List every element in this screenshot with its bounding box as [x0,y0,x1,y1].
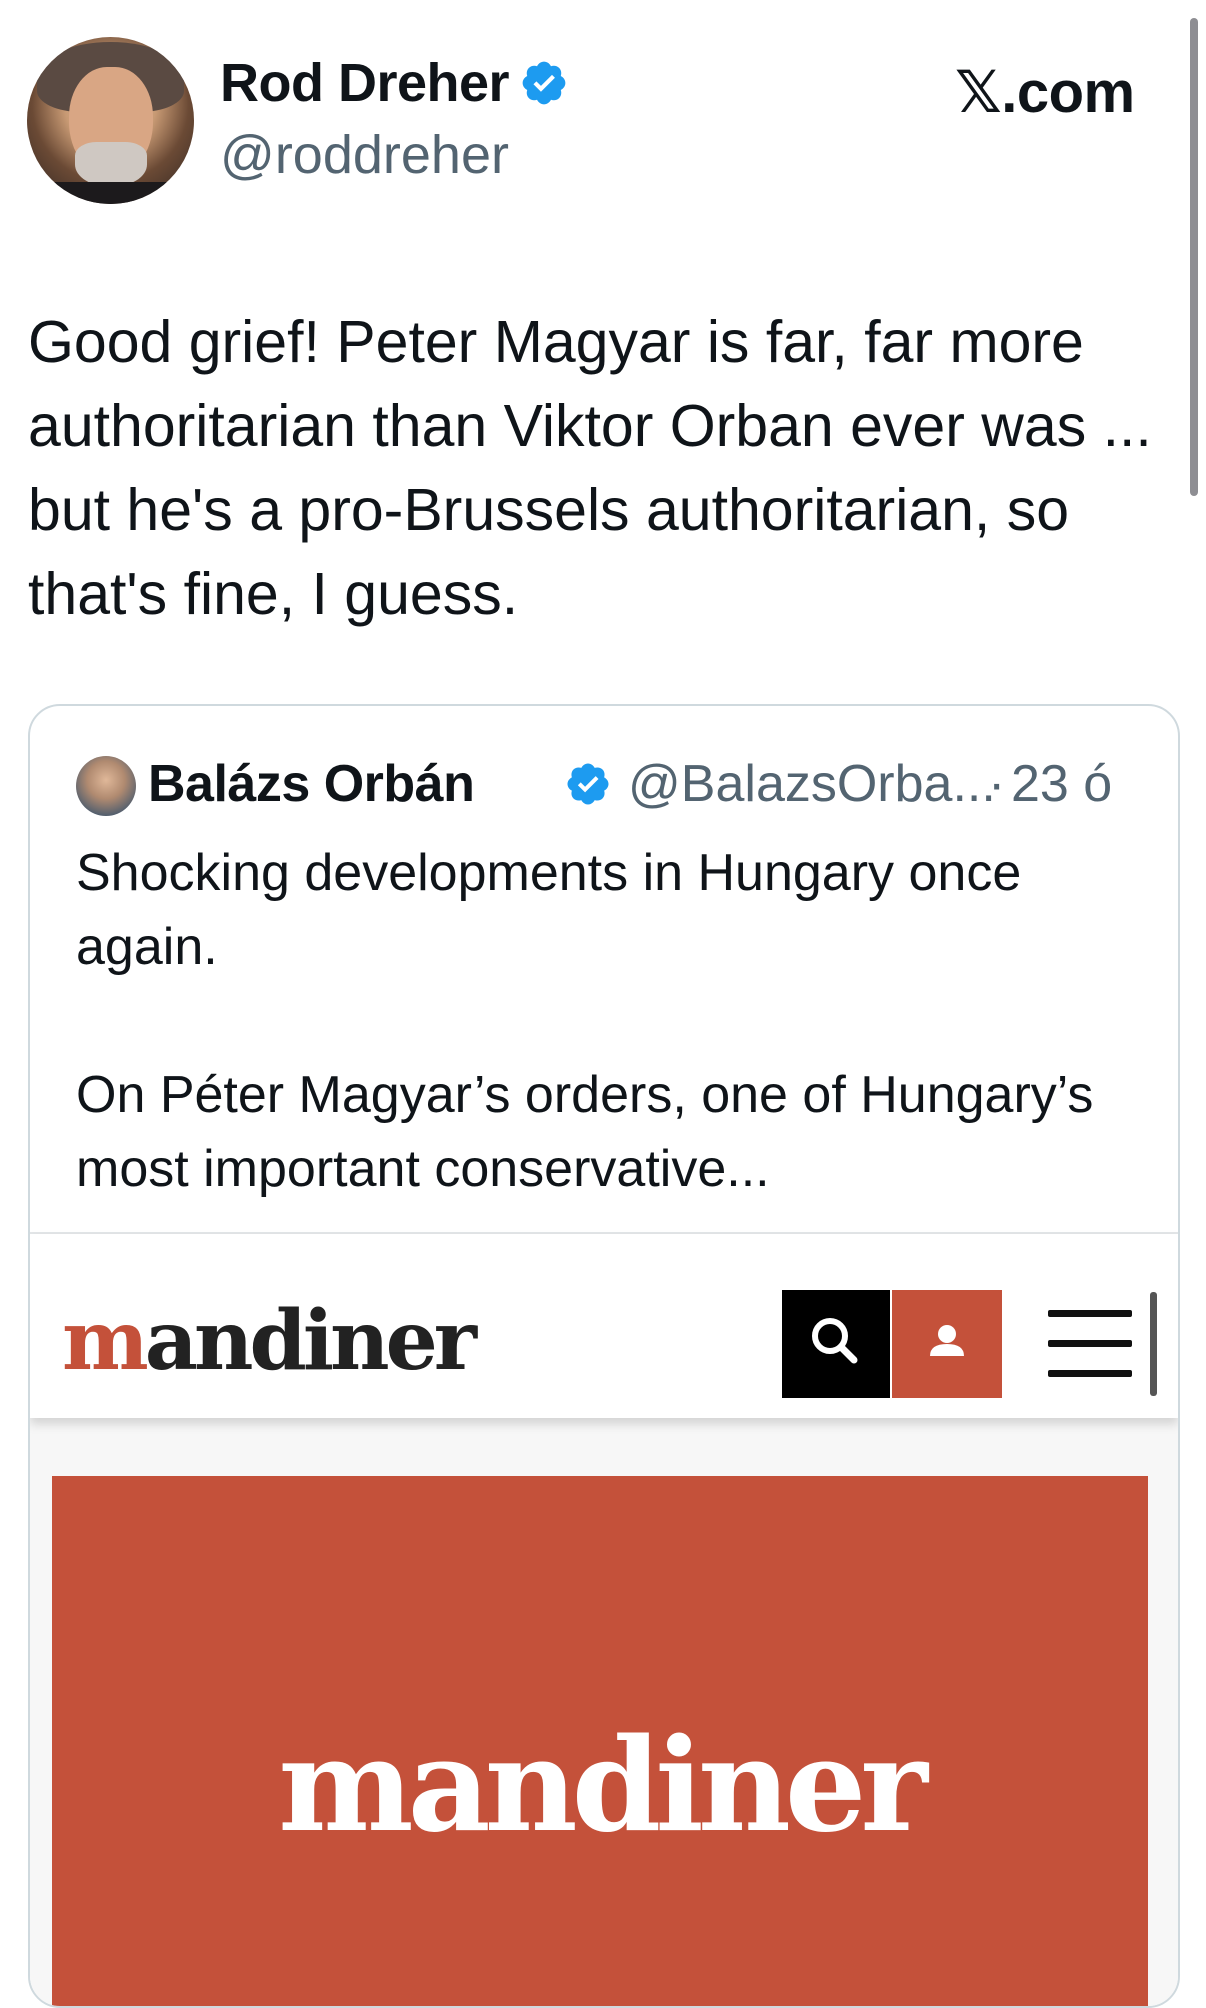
tweet-text: Good grief! Peter Magyar is far, far mor… [28,309,1152,627]
verified-badge-icon [522,61,566,105]
quote-author-avatar[interactable] [76,756,136,816]
user-icon [930,1325,964,1356]
embed-scrollbar [1150,1292,1157,1396]
verified-badge-icon [567,763,609,805]
quote-tweet-card[interactable]: Balázs Orbán @BalazsOrba... · 23 ó Shock… [28,704,1180,2008]
quote-paragraph: On Péter Magyar’s orders, one of Hungary… [76,1066,1094,1198]
scrollbar[interactable] [1190,18,1198,496]
embedded-screenshot[interactable]: mandiner mandiner [30,1232,1178,2006]
site-logo[interactable]: mandiner [62,1300,477,1382]
author-name[interactable]: Rod Dreher [220,52,569,114]
quote-text: Shocking developments in Hungary once ag… [76,836,1136,1280]
search-button[interactable] [782,1290,890,1398]
tweet-header: Rod Dreher @roddreher 𝕏.com [0,0,1206,496]
author-name-text[interactable]: Rod Dreher [220,53,510,113]
site-navbar: mandiner [30,1234,1178,1418]
quote-separator: · [988,755,1006,813]
site-logo-accent: m [62,1293,149,1389]
site-logo-text: andiner [144,1293,477,1389]
x-com-label: 𝕏.com [955,60,1135,125]
quote-author-handle[interactable]: @BalazsOrba... [628,754,996,814]
author-handle[interactable]: @roddreher [220,124,509,186]
user-button[interactable] [892,1290,1002,1398]
search-icon [812,1318,858,1364]
author-avatar[interactable] [27,37,194,204]
hamburger-menu-icon[interactable] [1048,1304,1134,1384]
site-banner: mandiner [52,1476,1148,2006]
quote-paragraph: Shocking developments in Hungary once ag… [76,844,1022,976]
quote-author-name[interactable]: Balázs Orbán [148,754,475,814]
banner-logo: mandiner [278,1711,928,1861]
quote-timestamp[interactable]: 23 ó [1011,754,1112,814]
